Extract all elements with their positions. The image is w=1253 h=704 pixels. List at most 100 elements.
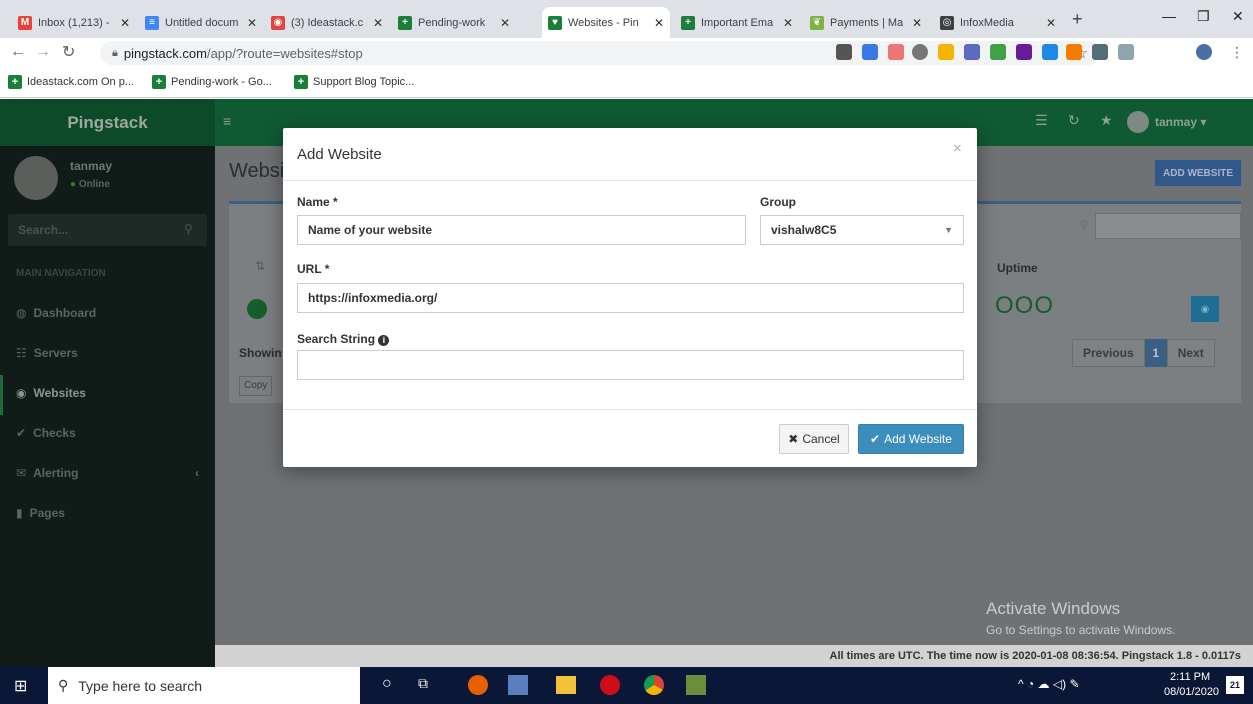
- tab-close-icon[interactable]: ✕: [373, 16, 383, 30]
- ext-icon-12[interactable]: [1118, 44, 1134, 60]
- minimize-icon[interactable]: —: [1162, 8, 1176, 24]
- file-explorer-icon[interactable]: [556, 676, 576, 694]
- info-icon[interactable]: i: [378, 335, 390, 346]
- close-window-icon[interactable]: ✕: [1232, 8, 1244, 25]
- ext-icon-9[interactable]: [1042, 44, 1058, 60]
- notification-icon[interactable]: 21: [1226, 676, 1244, 694]
- browser-tab[interactable]: ◎ InfoxMedia ✕: [934, 7, 1062, 38]
- forward-icon[interactable]: →: [35, 43, 51, 61]
- comments-icon: ✉: [16, 466, 27, 480]
- reload-icon[interactable]: ↻: [62, 42, 75, 62]
- opera-icon[interactable]: [600, 675, 620, 695]
- tab-favicon-icon: M: [18, 15, 32, 30]
- user-avatar[interactable]: [1127, 111, 1149, 133]
- tasks-icon[interactable]: ☰: [1035, 112, 1048, 129]
- search-string-field[interactable]: [297, 350, 964, 380]
- sidebar-item-dashboard[interactable]: ◍ Dashboard: [16, 306, 96, 320]
- ext-icon-6[interactable]: [964, 44, 980, 60]
- ext-icon-7[interactable]: [990, 44, 1006, 60]
- table-search-input[interactable]: ⚲: [1080, 213, 1241, 239]
- uptime-column-header[interactable]: Uptime: [997, 261, 1038, 275]
- sidebar-item-websites[interactable]: ◉ Websites: [16, 386, 86, 400]
- url-host: pingstack.com: [123, 45, 207, 61]
- maximize-icon[interactable]: ❐: [1197, 8, 1210, 25]
- tab-close-icon[interactable]: ✕: [120, 16, 130, 30]
- browser-tab[interactable]: + Pending-work ✕: [392, 7, 516, 38]
- back-icon[interactable]: ←: [10, 43, 26, 61]
- activate-windows-subtitle: Go to Settings to activate Windows.: [986, 623, 1176, 637]
- add-website-button[interactable]: ADD WEBSITE: [1155, 160, 1241, 186]
- cancel-button[interactable]: ✖ Cancel: [779, 424, 849, 454]
- tab-close-icon[interactable]: ✕: [500, 16, 510, 30]
- tab-close-icon[interactable]: ✕: [1046, 16, 1056, 30]
- ext-icon-8[interactable]: [1016, 44, 1032, 60]
- app-icon-6[interactable]: [686, 675, 706, 695]
- app-footer: All times are UTC. The time now is 2020-…: [215, 645, 1253, 667]
- group-select[interactable]: vishalw8C5 ▼: [760, 215, 964, 245]
- sidebar-item-pages[interactable]: ▮ Pages: [16, 506, 65, 520]
- view-button[interactable]: ◉: [1191, 296, 1219, 322]
- windows-start-icon[interactable]: ⊞: [14, 676, 27, 696]
- bookmark-item[interactable]: + Ideastack.com On p...: [8, 75, 134, 89]
- browser-tab[interactable]: ❦ Payments | Ma ✕: [804, 7, 928, 38]
- browser-tab[interactable]: ◉ (3) Ideastack.c ✕: [265, 7, 389, 38]
- bookmark-item[interactable]: + Support Blog Topic...: [294, 75, 414, 89]
- ext-icon-11[interactable]: [1092, 44, 1108, 60]
- check-circle-icon: ✔: [16, 426, 27, 440]
- browser-tab[interactable]: + Important Ema ✕: [675, 7, 799, 38]
- tab-title: (3) Ideastack.c: [291, 16, 364, 29]
- sidebar-item-alerting[interactable]: ✉ Alerting ‹: [16, 466, 199, 480]
- add-website-submit-button[interactable]: ✔ Add Website: [858, 424, 964, 454]
- previous-button[interactable]: Previous: [1072, 339, 1145, 367]
- search-icon[interactable]: ⚲: [184, 222, 193, 236]
- browser-tab[interactable]: M Inbox (1,213) - ✕: [12, 7, 136, 38]
- user-menu[interactable]: tanmay ▾: [1155, 115, 1206, 129]
- ext-icon-2[interactable]: [862, 44, 878, 60]
- browser-tab[interactable]: ≡ Untitled docum ✕: [139, 7, 263, 38]
- page-1-button[interactable]: 1: [1144, 339, 1167, 367]
- brand-logo[interactable]: Pingstack: [0, 99, 215, 146]
- task-view-icon[interactable]: ⧉: [418, 675, 428, 692]
- name-field[interactable]: Name of your website: [297, 215, 746, 245]
- search-input[interactable]: Search...: [18, 223, 68, 237]
- group-select-value: vishalw8C5: [771, 223, 837, 237]
- sort-icon[interactable]: ⇅: [255, 259, 265, 273]
- browser-tab[interactable]: ♥ Websites - Pin ✕: [542, 7, 670, 38]
- sidebar-item-checks[interactable]: ✔ Checks: [16, 426, 76, 440]
- tab-close-icon[interactable]: ✕: [654, 16, 664, 30]
- modal-close-icon[interactable]: ×: [953, 140, 962, 157]
- copy-button[interactable]: Copy: [239, 376, 273, 396]
- taskbar-search[interactable]: ⚲ Type here to search: [48, 667, 360, 704]
- refresh-icon[interactable]: ↻: [1068, 112, 1080, 129]
- url-field[interactable]: https://infoxmedia.org/: [297, 283, 964, 313]
- sidebar-toggle-icon[interactable]: ≡: [223, 113, 231, 129]
- search-string-label: Search String i: [297, 332, 390, 346]
- tab-favicon-icon: ◉: [271, 15, 285, 30]
- firefox-icon[interactable]: [468, 675, 488, 695]
- gmail-ext-icon[interactable]: [836, 44, 852, 60]
- app-icon-2[interactable]: [508, 675, 528, 695]
- tray-icons[interactable]: ^ ◔ ☁ ◁) ✎: [1018, 677, 1080, 691]
- ext-icon-5[interactable]: [938, 44, 954, 60]
- favorite-star-icon[interactable]: ★: [1100, 112, 1113, 129]
- clock-date[interactable]: 08/01/2020: [1164, 686, 1219, 698]
- chrome-icon[interactable]: [644, 675, 664, 695]
- tab-close-icon[interactable]: ✕: [247, 16, 257, 30]
- ext-icon-3[interactable]: [888, 44, 904, 60]
- sidebar-search[interactable]: Search... ⚲: [8, 214, 207, 246]
- modal-footer-divider: [283, 409, 977, 410]
- tab-close-icon[interactable]: ✕: [783, 16, 793, 30]
- profile-avatar-icon[interactable]: [1196, 44, 1212, 60]
- globe-icon: ◉: [16, 386, 27, 400]
- tab-close-icon[interactable]: ✕: [912, 16, 922, 30]
- sidebar: tanmay ● Online Search... ⚲ MAIN NAVIGAT…: [0, 146, 215, 655]
- next-button[interactable]: Next: [1166, 339, 1215, 367]
- menu-dots-icon[interactable]: ⋮: [1230, 44, 1244, 61]
- sidebar-item-servers[interactable]: ☷ Servers: [16, 346, 78, 360]
- clock-time[interactable]: 2:11 PM: [1170, 671, 1210, 683]
- ext-icon-10[interactable]: [1066, 44, 1082, 60]
- bookmark-item[interactable]: + Pending-work - Go...: [152, 75, 272, 89]
- cortana-icon[interactable]: ○: [382, 675, 392, 693]
- ext-icon-4[interactable]: [912, 44, 928, 60]
- new-tab-button[interactable]: +: [1072, 9, 1083, 30]
